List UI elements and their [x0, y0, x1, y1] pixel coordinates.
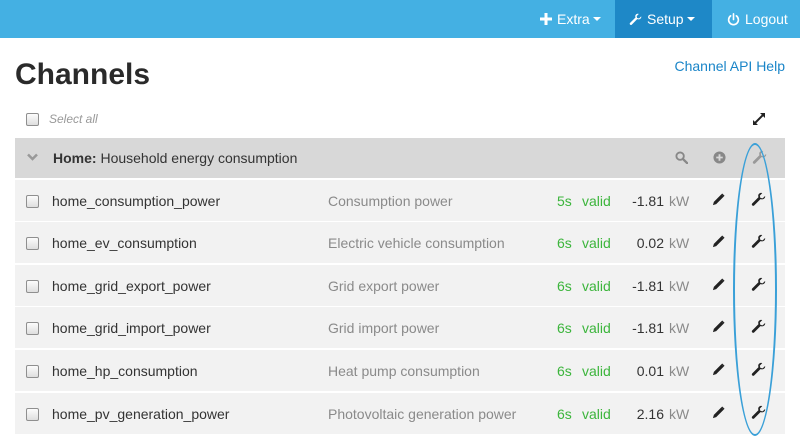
power-icon [727, 12, 740, 25]
channel-status: valid [582, 278, 611, 294]
channel-row[interactable]: home_hp_consumption Heat pump consumption… [15, 350, 785, 391]
channel-unit: kW [669, 278, 690, 294]
pencil-icon[interactable] [712, 193, 725, 209]
channel-value: 0.01 [636, 363, 664, 379]
channel-description: Photovoltaic generation power [328, 406, 517, 422]
plus-icon [540, 13, 552, 25]
row-checkbox[interactable] [26, 237, 39, 250]
channel-api-help-link[interactable]: Channel API Help [674, 58, 785, 74]
wrench-icon[interactable] [751, 405, 766, 423]
channel-row[interactable]: home_ev_consumption Electric vehicle cons… [15, 222, 785, 263]
pencil-icon[interactable] [712, 406, 725, 422]
channel-description: Grid export power [328, 278, 440, 294]
logout-button[interactable]: Logout [727, 0, 788, 38]
channel-age: 6s [557, 235, 572, 251]
group-header-home[interactable]: Home: Household energy consumption [15, 138, 785, 178]
channel-age: 6s [557, 278, 572, 294]
group-description: Household energy consumption [100, 150, 298, 166]
channel-age: 6s [557, 320, 572, 336]
channel-name: home_grid_import_power [52, 320, 211, 336]
channel-status: valid [582, 406, 611, 422]
group-title: Home: Household energy consumption [53, 150, 297, 166]
channel-name: home_consumption_power [52, 193, 221, 209]
channel-row[interactable]: home_pv_generation_power Photovoltaic gen… [15, 393, 785, 434]
extra-menu[interactable]: Extra [540, 0, 601, 38]
channel-value: -1.81 [632, 320, 664, 336]
row-checkbox[interactable] [26, 322, 39, 335]
caret-down-icon [592, 17, 601, 21]
channel-name: home_ev_consumption [52, 235, 197, 251]
channel-description: Grid import power [328, 320, 440, 336]
channel-age: 6s [557, 406, 572, 422]
plus-circle-icon[interactable] [713, 151, 726, 164]
channel-unit: kW [669, 320, 690, 336]
wrench-icon[interactable] [752, 150, 767, 165]
channel-unit: kW [669, 193, 690, 209]
top-navbar: Extra Setup Logout [0, 0, 800, 38]
channel-description: Electric vehicle consumption [328, 235, 505, 251]
setup-menu[interactable]: Setup [615, 0, 712, 38]
channel-unit: kW [669, 363, 690, 379]
wrench-icon[interactable] [751, 319, 766, 337]
channel-description: Heat pump consumption [328, 363, 480, 379]
channel-row[interactable]: home_consumption_power Consumption power 5… [15, 180, 785, 221]
channel-value: -1.81 [632, 278, 664, 294]
pencil-icon[interactable] [712, 363, 725, 379]
group-name: Home: [53, 150, 97, 166]
wrench-icon[interactable] [751, 192, 766, 210]
select-all-checkbox[interactable] [26, 113, 39, 126]
channel-name: home_hp_consumption [52, 363, 198, 379]
row-checkbox[interactable] [26, 280, 39, 293]
caret-down-icon [686, 17, 695, 21]
extra-menu-label: Extra [557, 11, 590, 27]
wrench-icon[interactable] [751, 362, 766, 380]
pencil-icon[interactable] [712, 320, 725, 336]
channel-value: 0.02 [636, 235, 664, 251]
row-checkbox[interactable] [26, 408, 39, 421]
chevron-down-icon[interactable] [27, 153, 38, 161]
select-all-label: Select all [49, 112, 98, 126]
channel-status: valid [582, 320, 611, 336]
wrench-icon [629, 13, 642, 25]
setup-menu-label: Setup [647, 11, 684, 27]
channel-age: 5s [557, 193, 572, 209]
channel-description: Consumption power [328, 193, 453, 209]
channel-status: valid [582, 235, 611, 251]
channel-row[interactable]: home_grid_export_power Grid export power 6… [15, 265, 785, 306]
row-checkbox[interactable] [26, 365, 39, 378]
channel-status: valid [582, 363, 611, 379]
channel-name: home_grid_export_power [52, 278, 211, 294]
logout-label: Logout [745, 11, 788, 27]
channel-unit: kW [669, 235, 690, 251]
channel-name: home_pv_generation_power [52, 406, 230, 422]
channel-value: 2.16 [636, 406, 664, 422]
channel-unit: kW [669, 406, 690, 422]
select-all-row: Select all [15, 110, 785, 130]
wrench-icon[interactable] [751, 277, 766, 295]
pencil-icon[interactable] [712, 235, 725, 251]
pencil-icon[interactable] [712, 278, 725, 294]
channel-row[interactable]: home_grid_import_power Grid import power 6… [15, 307, 785, 348]
search-icon[interactable] [675, 151, 688, 164]
channel-age: 6s [557, 363, 572, 379]
row-checkbox[interactable] [26, 195, 39, 208]
channel-value: -1.81 [632, 193, 664, 209]
wrench-icon[interactable] [751, 234, 766, 252]
expand-icon[interactable] [753, 113, 765, 125]
channel-status: valid [582, 193, 611, 209]
page-title: Channels [15, 58, 151, 91]
